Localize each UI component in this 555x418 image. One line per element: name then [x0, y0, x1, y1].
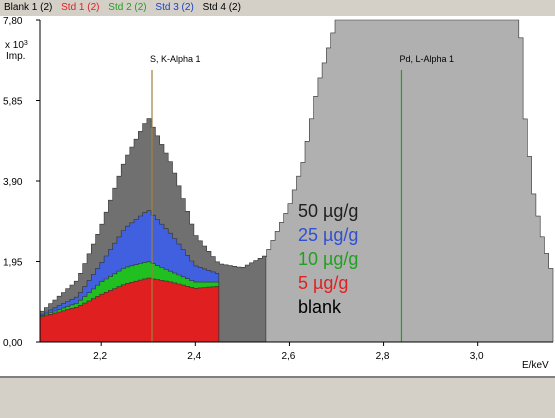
x-tick-label: 2,2 [93, 351, 107, 362]
x-tick-label: 2,8 [376, 351, 390, 362]
spectrum-chart[interactable]: S, K-Alpha 1 Pd, L-Alpha 1 50 µg/g 25 µg/g 1… [0, 16, 555, 376]
legend-item-std3[interactable]: Std 3 (2) [155, 0, 193, 16]
legend-item-std4[interactable]: Std 4 (2) [203, 0, 241, 16]
y-tick-label: 5,85 [3, 97, 23, 108]
legend-item-std2[interactable]: Std 2 (2) [108, 0, 146, 16]
series-label: 5 µg/g [298, 273, 348, 293]
y-tick-label: 0,00 [3, 338, 23, 349]
plot-frame[interactable]: S, K-Alpha 1 Pd, L-Alpha 1 50 µg/g 25 µg/g 1… [0, 16, 555, 376]
element-label: S, K-Alpha 1 [150, 54, 201, 64]
series-label: blank [298, 297, 342, 317]
x-tick-label: 3,0 [470, 351, 484, 362]
series-label: 25 µg/g [298, 225, 358, 245]
series-label: 10 µg/g [298, 249, 358, 269]
y-tick-label: 3,90 [3, 177, 23, 188]
x-tick-label: 2,6 [281, 351, 295, 362]
element-label: Pd, L-Alpha 1 [399, 54, 454, 64]
y-axis-label: Imp. [6, 51, 25, 62]
x-axis-label: E/keV [522, 360, 549, 371]
legend-bar: Blank 1 (2) Std 1 (2) Std 2 (2) Std 3 (2… [0, 0, 555, 17]
x-tick-label: 2,4 [187, 351, 201, 362]
y-axis-multiplier: x 103 [5, 40, 28, 52]
legend-item-std1[interactable]: Std 1 (2) [61, 0, 99, 16]
series-label: 50 µg/g [298, 201, 358, 221]
status-panel [0, 376, 555, 418]
y-tick-label: 1,95 [3, 258, 23, 269]
legend-item-blank1[interactable]: Blank 1 (2) [4, 0, 52, 16]
y-tick-label: 7,80 [3, 16, 23, 27]
